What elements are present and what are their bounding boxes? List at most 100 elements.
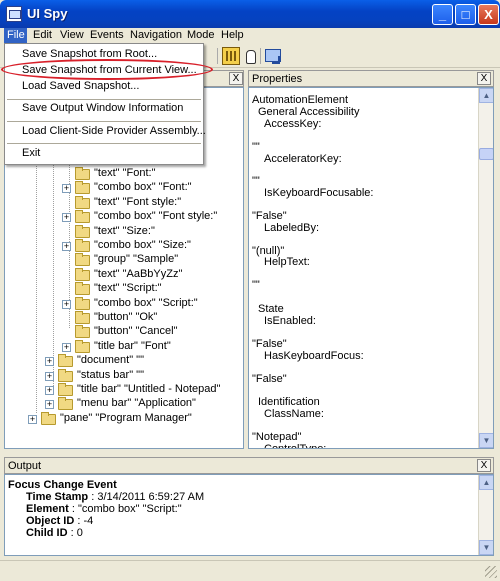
- menu-file[interactable]: File: [4, 28, 27, 43]
- menu-help[interactable]: Help: [221, 28, 244, 43]
- property-line: General Accessibility: [258, 106, 360, 118]
- highlight-icon[interactable]: [222, 47, 240, 65]
- tree-expand-icon[interactable]: +: [62, 184, 71, 193]
- window-title-bar[interactable]: UI Spy _ □ X: [0, 0, 500, 28]
- output-title: Output: [8, 460, 42, 472]
- toolbar-separator: [217, 48, 218, 64]
- tree-item-label: "text" "Script:": [94, 282, 162, 294]
- tree-item-label: "text" "AaBbYyZz": [94, 268, 183, 280]
- menu-mode[interactable]: Mode: [187, 28, 215, 43]
- folder-icon: [58, 383, 73, 396]
- menu-item-save-output-window-information[interactable]: Save Output Window Information: [5, 100, 203, 118]
- tree-expand-icon[interactable]: +: [45, 357, 54, 366]
- minimize-button[interactable]: _: [432, 4, 453, 25]
- folder-icon: [75, 181, 90, 194]
- menu-events[interactable]: Events: [90, 28, 124, 43]
- tree-item-label: "button" "Cancel": [94, 325, 178, 337]
- folder-icon: [75, 239, 90, 252]
- property-line: "Notepad": [252, 431, 302, 443]
- folder-icon: [75, 340, 90, 353]
- property-line: "": [252, 175, 260, 187]
- property-line: ControlType:: [264, 443, 327, 449]
- scroll-up-button[interactable]: ▲: [479, 475, 493, 490]
- menu-navigation[interactable]: Navigation: [130, 28, 182, 43]
- property-line: HasKeyboardFocus:: [264, 350, 364, 362]
- file-menu-dropdown: Save Snapshot from Root... Save Snapshot…: [4, 43, 206, 165]
- scroll-up-button[interactable]: ▲: [479, 88, 493, 103]
- menu-separator: [7, 143, 201, 144]
- property-line: IsEnabled:: [264, 315, 316, 327]
- menu-view[interactable]: View: [60, 28, 84, 43]
- tree-expand-icon[interactable]: +: [62, 343, 71, 352]
- property-line: "": [252, 279, 260, 291]
- property-line: "False": [252, 338, 287, 350]
- resize-grip-icon[interactable]: [485, 566, 497, 578]
- output-child-id: Child ID : 0: [26, 527, 83, 539]
- property-line: "": [252, 141, 260, 153]
- tree-expand-icon[interactable]: +: [28, 415, 37, 424]
- output-pane-header: Output X: [4, 457, 494, 474]
- tree-item-label: "text" "Font:": [94, 167, 156, 179]
- tree-item-label: "combo box" "Font:": [94, 181, 192, 193]
- output-element: Element : "combo box" "Script:": [26, 503, 182, 515]
- folder-icon: [75, 196, 90, 209]
- scroll-down-button[interactable]: ▼: [479, 433, 493, 448]
- hover-mode-icon[interactable]: [242, 47, 260, 65]
- output-timestamp: Time Stamp : 3/14/2011 6:59:27 AM: [26, 491, 205, 503]
- folder-icon: [75, 225, 90, 238]
- status-bar: [0, 560, 500, 581]
- toolbar-separator: [260, 48, 261, 64]
- property-line: AcceleratorKey:: [264, 153, 342, 165]
- folder-icon: [58, 369, 73, 382]
- tree-item-label: "combo box" "Script:": [94, 297, 198, 309]
- tree-item-label: "combo box" "Size:": [94, 239, 191, 251]
- scroll-thumb[interactable]: [479, 148, 493, 160]
- output-event-title: Focus Change Event: [8, 479, 117, 491]
- folder-icon: [75, 167, 90, 180]
- focus-tracking-icon[interactable]: [264, 47, 282, 65]
- folder-icon: [75, 268, 90, 281]
- folder-icon: [75, 297, 90, 310]
- tree-expand-icon[interactable]: +: [62, 300, 71, 309]
- tree-item-label: "menu bar" "Application": [77, 397, 196, 409]
- tree-item-label: "combo box" "Font style:": [94, 210, 218, 222]
- menu-edit[interactable]: Edit: [33, 28, 52, 43]
- property-line: "False": [252, 373, 287, 385]
- property-line: ClassName:: [264, 408, 324, 420]
- folder-icon: [75, 210, 90, 223]
- tree-expand-icon[interactable]: +: [45, 372, 54, 381]
- folder-icon: [58, 354, 73, 367]
- maximize-button[interactable]: □: [455, 4, 476, 25]
- properties-scrollbar[interactable]: ▲ ▼: [478, 88, 493, 448]
- property-line: IsKeyboardFocusable:: [264, 187, 374, 199]
- properties-pane[interactable]: AutomationElement General Accessibility Ac…: [248, 87, 494, 449]
- menu-item-load-saved-snapshot[interactable]: Load Saved Snapshot...: [5, 78, 203, 96]
- tree-item-label: "status bar" "": [77, 369, 144, 381]
- tree-pane-close-button[interactable]: X: [229, 72, 243, 85]
- properties-close-button[interactable]: X: [477, 72, 491, 85]
- menu-bar: File Edit View Events Navigation Mode He…: [0, 28, 500, 43]
- tree-expand-icon[interactable]: +: [45, 386, 54, 395]
- properties-pane-header: Properties X: [248, 70, 494, 87]
- output-close-button[interactable]: X: [477, 459, 491, 472]
- output-scrollbar[interactable]: ▲ ▼: [478, 475, 493, 555]
- tree-item-label: "text" "Font style:": [94, 196, 182, 208]
- menu-item-exit[interactable]: Exit: [5, 145, 203, 163]
- tree-item-label: "button" "Ok": [94, 311, 158, 323]
- menu-item-load-client-side-provider[interactable]: Load Client-Side Provider Assembly...: [5, 123, 206, 141]
- tree-expand-icon[interactable]: +: [62, 213, 71, 222]
- tree-item-label: "group" "Sample": [94, 253, 179, 265]
- folder-icon: [41, 412, 56, 425]
- close-button[interactable]: X: [478, 4, 499, 25]
- scroll-down-button[interactable]: ▼: [479, 540, 493, 555]
- window-title: UI Spy: [27, 6, 68, 21]
- tree-item-label: "document" "": [77, 354, 144, 366]
- tree-item-label: "title bar" "Untitled - Notepad": [77, 383, 221, 395]
- folder-icon: [75, 282, 90, 295]
- folder-icon: [75, 253, 90, 266]
- output-pane[interactable]: Focus Change Event Time Stamp : 3/14/201…: [4, 474, 494, 556]
- tree-item-label: "pane" "Program Manager": [60, 412, 192, 424]
- folder-icon: [75, 311, 90, 324]
- tree-expand-icon[interactable]: +: [45, 400, 54, 409]
- tree-expand-icon[interactable]: +: [62, 242, 71, 251]
